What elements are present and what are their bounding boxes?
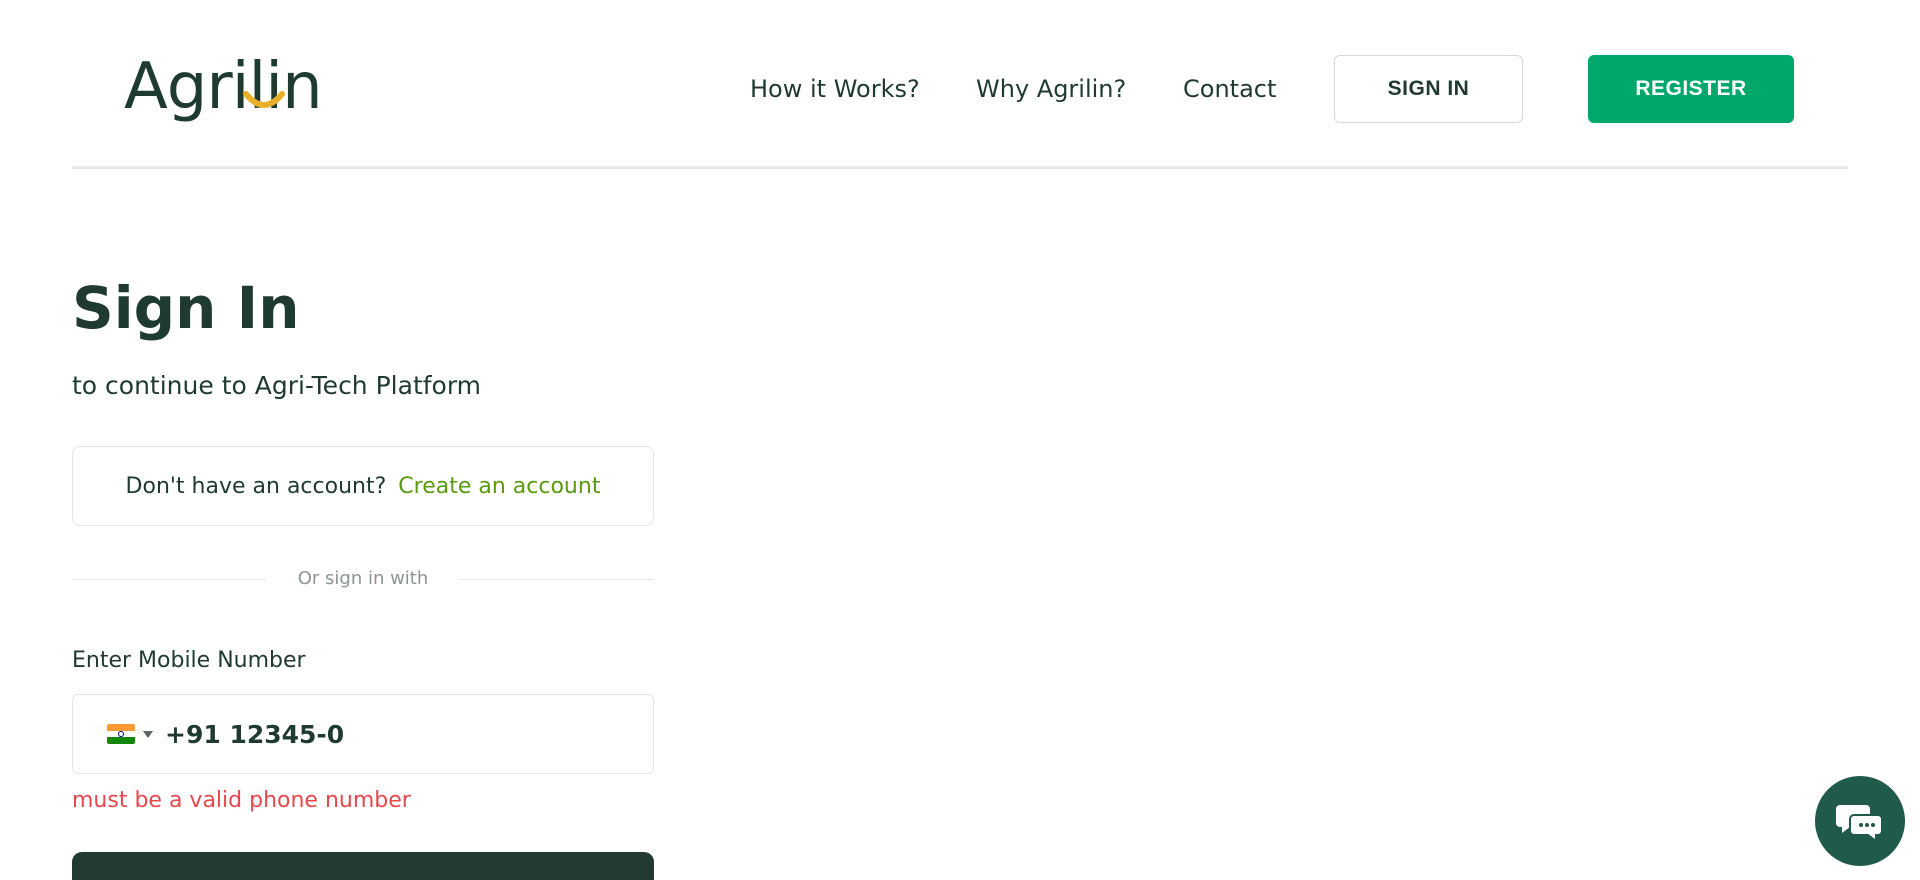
page-title: Sign In	[72, 274, 300, 342]
chat-icon	[1836, 805, 1883, 841]
sign-in-divider: Or sign in with	[72, 562, 654, 596]
mobile-number-input[interactable]	[165, 719, 585, 749]
chat-widget-button[interactable]	[1815, 776, 1905, 866]
phone-error-message: must be a valid phone number	[72, 788, 411, 813]
nav-how-it-works[interactable]: How it Works?	[750, 55, 920, 123]
nav-why-agrilin[interactable]: Why Agrilin?	[976, 55, 1126, 123]
divider-line-right	[460, 579, 654, 580]
create-account-box: Don't have an account? Create an account	[72, 446, 654, 526]
submit-button[interactable]	[72, 852, 654, 880]
account-question: Don't have an account?	[125, 473, 387, 499]
phone-field	[72, 694, 654, 774]
register-button[interactable]: REGISTER	[1588, 55, 1794, 123]
nav-contact[interactable]: Contact	[1183, 55, 1276, 123]
page-subtitle: to continue to Agri-Tech Platform	[72, 371, 482, 400]
mobile-number-label: Enter Mobile Number	[72, 648, 306, 673]
caret-down-icon[interactable]	[143, 730, 153, 738]
create-account-link[interactable]: Create an account	[398, 474, 600, 499]
sign-in-button[interactable]: SIGN IN	[1334, 55, 1523, 123]
india-flag-icon[interactable]	[107, 724, 135, 744]
header-divider	[72, 166, 1848, 169]
